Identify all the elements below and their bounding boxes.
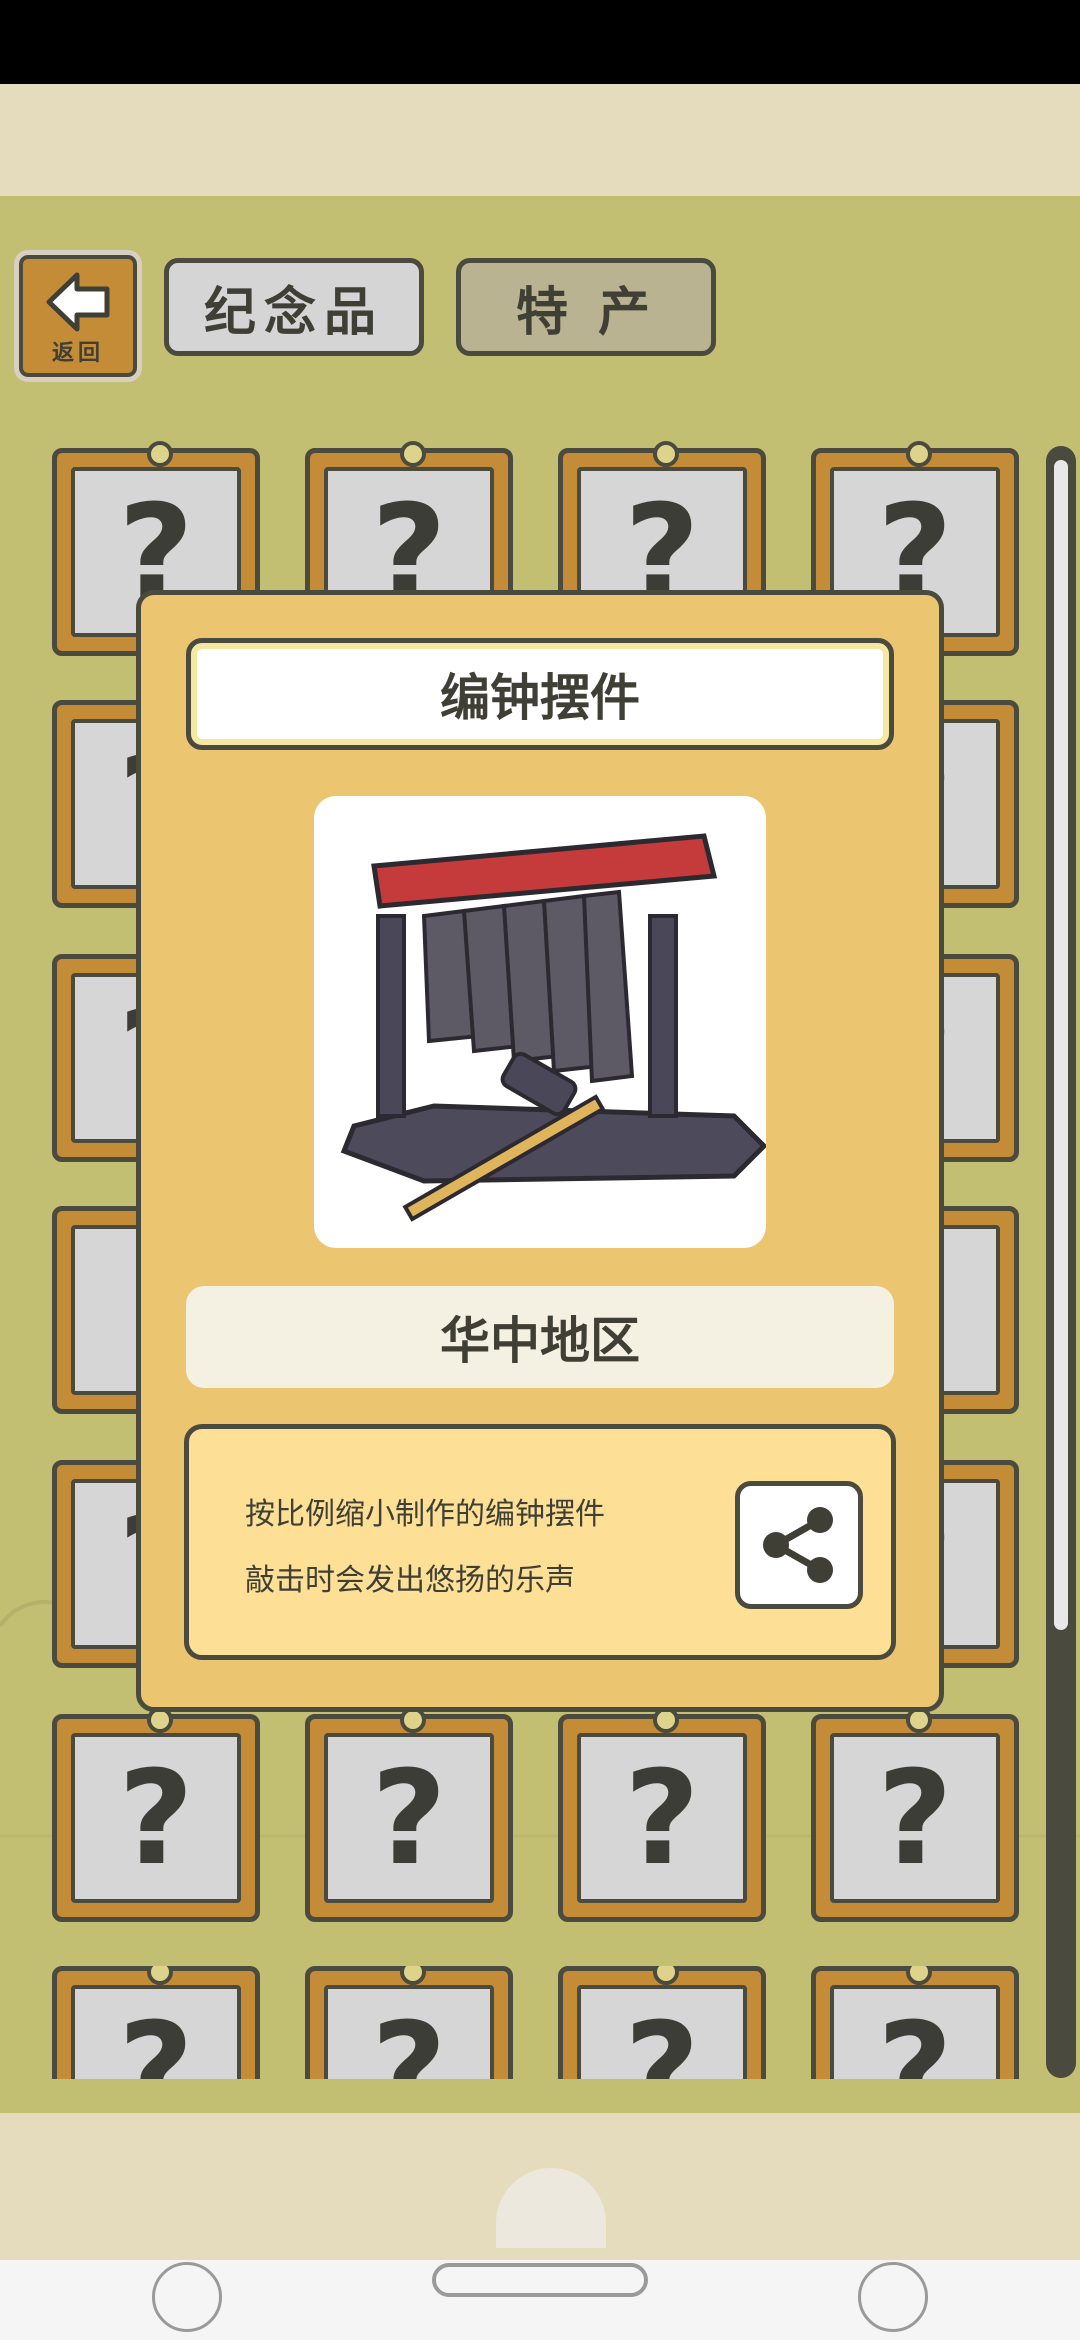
unknown-item-symbol: ? [71,1733,241,1903]
hook-icon [400,441,426,467]
unknown-item-symbol: ? [577,1985,747,2079]
hook-icon [400,1966,426,1985]
tab-specialty[interactable]: 特产 [456,258,716,356]
hook-icon [147,441,173,467]
collection-card[interactable]: ? [52,1707,260,1922]
unknown-item-symbol: ? [324,1733,494,1903]
share-icon [763,1507,833,1583]
hook-icon [906,1966,932,1985]
unknown-item-symbol: ? [577,1733,747,1903]
item-description: 按比例缩小制作的编钟摆件 敲击时会发出悠扬的乐声 [184,1424,896,1660]
tab-souvenir[interactable]: 纪念品 [164,258,424,356]
hook-icon [906,441,932,467]
collection-card[interactable]: ? [558,1966,766,2079]
assistant-icon[interactable] [858,2262,928,2332]
home-button[interactable] [432,2263,648,2297]
unknown-item-symbol: ? [830,1733,1000,1903]
scrollbar-thumb[interactable] [1054,460,1068,1630]
collection-card[interactable]: ? [811,1966,1019,2079]
item-image [314,796,768,1248]
hook-icon [653,441,679,467]
collection-card[interactable]: ? [52,1966,260,2079]
back-button[interactable]: 返回 [14,250,142,382]
top-band [0,84,1080,196]
collection-card[interactable]: ? [305,1966,513,2079]
collection-card[interactable]: ? [811,1707,1019,1922]
chime-bells-illustration [340,833,768,1222]
share-button[interactable] [735,1481,863,1609]
collection-card[interactable]: ? [305,1707,513,1922]
item-region: 华中地区 [186,1286,894,1388]
unknown-item-symbol: ? [324,1985,494,2079]
item-title: 编钟摆件 [186,638,894,750]
recents-icon[interactable] [152,2262,222,2332]
description-line: 敲击时会发出悠扬的乐声 [245,1563,575,1598]
grid-row-partial: ? ? ? ? [0,1966,1040,2079]
back-arrow-icon [46,272,110,332]
description-line: 按比例缩小制作的编钟摆件 [245,1497,605,1532]
collection-card[interactable]: ? [558,1707,766,1922]
unknown-item-symbol: ? [830,1985,1000,2079]
status-bar [0,0,1080,84]
unknown-item-symbol: ? [71,1985,241,2079]
hook-icon [147,1966,173,1985]
back-label: 返回 [51,341,104,366]
hook-icon [653,1966,679,1985]
